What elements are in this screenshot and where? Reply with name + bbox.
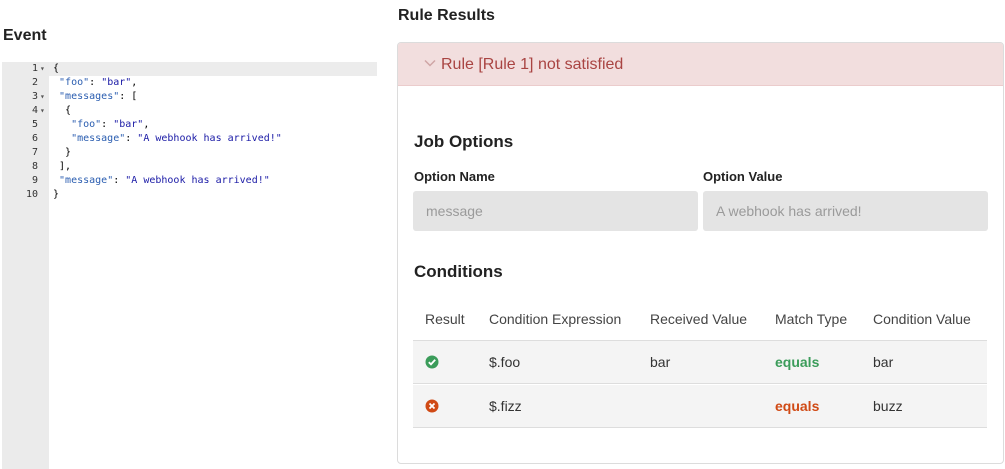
json-string-value: "bar" bbox=[101, 77, 132, 88]
json-string-value: "bar" bbox=[113, 119, 144, 130]
fold-toggle-icon[interactable]: ▾ bbox=[40, 104, 48, 118]
option-value-field[interactable]: A webhook has arrived! bbox=[703, 191, 988, 231]
line-number: 2 bbox=[31, 77, 38, 88]
fold-toggle-icon[interactable]: ▾ bbox=[40, 62, 48, 76]
json-punctuation: , bbox=[143, 119, 150, 130]
line-number: 9 bbox=[31, 175, 38, 186]
active-line-highlight bbox=[49, 62, 377, 76]
option-name-field[interactable]: message bbox=[413, 191, 698, 231]
rule-panel: Rule [Rule 1] not satisfied Job Options … bbox=[397, 42, 1004, 464]
result-cell bbox=[425, 341, 439, 383]
result-cell bbox=[425, 385, 439, 427]
json-separator: : bbox=[101, 119, 114, 130]
json-separator: : bbox=[119, 91, 132, 102]
condition-value: buzz bbox=[873, 398, 903, 414]
line-number: 10 bbox=[25, 189, 38, 200]
json-separator: : bbox=[89, 77, 102, 88]
received-value: bar bbox=[650, 354, 671, 370]
code-text: "message": "A webhook has arrived!" bbox=[53, 132, 282, 146]
line-number: 4 bbox=[31, 105, 38, 116]
event-title: Event bbox=[3, 27, 47, 44]
option-name-label: Option Name bbox=[414, 169, 495, 184]
json-key: "foo" bbox=[71, 119, 102, 130]
x-circle-icon bbox=[425, 399, 439, 413]
rule-panel-header[interactable]: Rule [Rule 1] not satisfied bbox=[398, 43, 1003, 86]
line-number: 1 bbox=[31, 63, 38, 74]
code-text: ], bbox=[53, 161, 72, 172]
job-options-title: Job Options bbox=[414, 132, 514, 151]
condition-expression: $.foo bbox=[489, 354, 521, 370]
line-number: 8 bbox=[31, 161, 38, 172]
code-text: } bbox=[53, 189, 60, 200]
json-string-value: "A webhook has arrived!" bbox=[125, 175, 270, 186]
condition-row: $.fizz equals buzz bbox=[413, 385, 987, 428]
json-string-value: "A webhook has arrived!" bbox=[137, 133, 282, 144]
json-key: "foo" bbox=[59, 77, 90, 88]
code-text: { bbox=[53, 63, 60, 74]
condition-expression: $.fizz bbox=[489, 398, 522, 414]
header-result: Result bbox=[425, 311, 465, 327]
json-separator: : bbox=[125, 133, 138, 144]
conditions-table-header: Result Condition Expression Received Val… bbox=[413, 298, 987, 341]
event-json-editor[interactable]: 1 ▾{2 "foo": "bar", 3 ▾ "messages": [4 ▾ {5 … bbox=[2, 62, 377, 469]
code-text: "foo": "bar", bbox=[53, 118, 149, 132]
line-number: 3 bbox=[31, 91, 38, 102]
match-type: equals bbox=[775, 354, 820, 370]
code-text: "messages": [ bbox=[53, 90, 137, 104]
line-number: 6 bbox=[31, 133, 38, 144]
rule-status-text: Rule [Rule 1] not satisfied bbox=[441, 56, 624, 73]
json-key: "messages" bbox=[59, 91, 120, 102]
header-condition-expression: Condition Expression bbox=[489, 311, 622, 327]
condition-value: bar bbox=[873, 354, 894, 370]
check-circle-icon bbox=[425, 355, 439, 369]
match-type: equals bbox=[775, 398, 820, 414]
fold-toggle-icon[interactable]: ▾ bbox=[40, 90, 48, 104]
header-received-value: Received Value bbox=[650, 311, 748, 327]
conditions-title: Conditions bbox=[414, 262, 503, 281]
line-number: 7 bbox=[31, 147, 38, 158]
code-text: } bbox=[53, 147, 72, 158]
code-text: "foo": "bar", bbox=[53, 76, 137, 90]
code-text: { bbox=[53, 105, 72, 116]
json-key: "message" bbox=[71, 133, 126, 144]
code-text: "message": "A webhook has arrived!" bbox=[53, 174, 270, 188]
header-condition-value: Condition Value bbox=[873, 311, 971, 327]
chevron-down-icon bbox=[424, 59, 436, 67]
json-key: "message" bbox=[59, 175, 114, 186]
header-match-type: Match Type bbox=[775, 311, 848, 327]
line-number: 5 bbox=[31, 119, 38, 130]
condition-row: $.foo bar equals bar bbox=[413, 341, 987, 384]
json-punctuation: [ bbox=[131, 91, 138, 102]
option-value-label: Option Value bbox=[703, 169, 783, 184]
rule-results-title: Rule Results bbox=[398, 7, 495, 24]
json-punctuation: , bbox=[131, 77, 138, 88]
json-separator: : bbox=[113, 175, 126, 186]
